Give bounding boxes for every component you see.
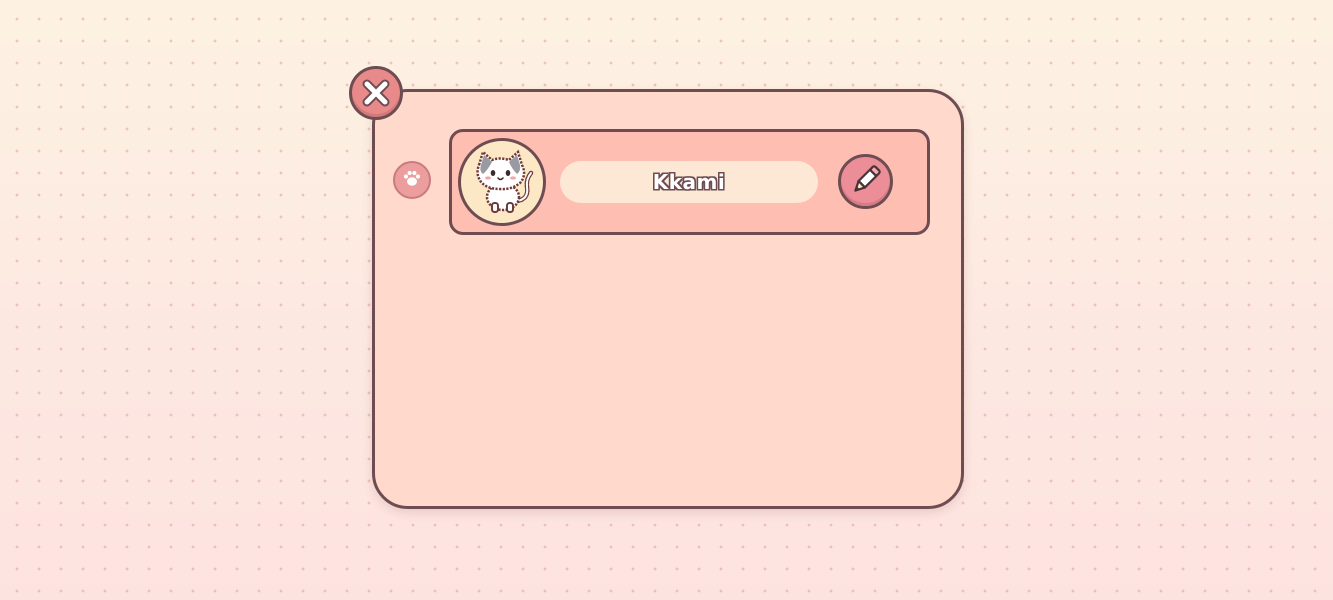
paw-icon <box>401 167 423 193</box>
close-icon <box>359 76 393 110</box>
edit-name-button[interactable] <box>838 154 893 209</box>
paw-badge[interactable] <box>393 161 431 199</box>
pet-name-label: Kkami <box>560 161 818 203</box>
close-button[interactable] <box>349 66 403 120</box>
cat-icon <box>465 143 539 221</box>
pencil-icon <box>849 163 883 201</box>
pet-avatar[interactable] <box>458 138 546 226</box>
